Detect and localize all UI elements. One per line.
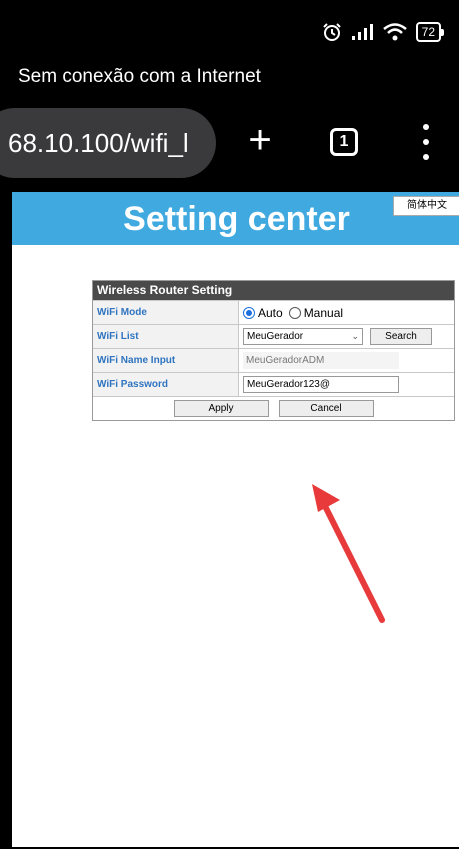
page-title: Setting center (123, 200, 350, 238)
status-icons: 72 (322, 22, 445, 42)
wifi-name-row: WiFi Name Input MeuGeradorADM (93, 348, 454, 372)
annotation-arrow-icon (312, 484, 385, 623)
cancel-button[interactable]: Cancel (278, 400, 374, 417)
wifi-list-value: MeuGerador (247, 331, 304, 342)
apply-button[interactable]: Apply (173, 400, 269, 417)
auto-radio[interactable] (243, 306, 255, 319)
wifi-password-label: WiFi Password (93, 373, 239, 396)
wifi-mode-row: WiFi Mode Auto Manual (93, 300, 454, 324)
wifi-password-input[interactable]: MeuGerador123@ (243, 376, 399, 393)
status-bar: 72 (0, 0, 459, 58)
wifi-password-row: WiFi Password MeuGerador123@ (93, 372, 454, 396)
chevron-down-icon: ⌄ (351, 331, 359, 341)
wireless-settings-table: Wireless Router Setting WiFi Mode Auto M… (92, 280, 455, 421)
manual-radio-label[interactable]: Manual (304, 306, 343, 320)
offline-message: Sem conexão com a Internet (0, 58, 459, 96)
overflow-menu-icon[interactable] (416, 124, 436, 160)
wifi-icon (382, 22, 408, 42)
language-button[interactable]: 简体中文 (393, 196, 459, 216)
manual-radio[interactable] (288, 306, 301, 319)
auto-radio-label[interactable]: Auto (258, 306, 283, 320)
wifi-list-row: WiFi List MeuGerador ⌄ Search (93, 324, 454, 348)
search-button[interactable]: Search (370, 328, 432, 345)
table-header: Wireless Router Setting (93, 281, 454, 300)
new-tab-button[interactable]: + (240, 120, 280, 164)
browser-toolbar: 68.10.100/wifi_l + 1 (0, 96, 459, 192)
wifi-list-label: WiFi List (93, 325, 239, 348)
address-bar[interactable]: 68.10.100/wifi_l (0, 108, 216, 178)
web-page: Setting center 简体中文 Wireless Router Sett… (10, 192, 459, 849)
actions-row: Apply Cancel (93, 396, 454, 420)
wifi-mode-label: WiFi Mode (93, 301, 239, 324)
tab-switcher-button[interactable]: 1 (330, 128, 358, 156)
wifi-name-input[interactable]: MeuGeradorADM (243, 352, 399, 369)
alarm-icon (322, 22, 342, 42)
header-band: Setting center 简体中文 (12, 192, 459, 245)
wifi-list-select[interactable]: MeuGerador ⌄ (243, 328, 363, 345)
wifi-name-label: WiFi Name Input (93, 349, 239, 372)
phone-screen: 72 Sem conexão com a Internet 68.10.100/… (0, 0, 459, 849)
signal-icon (350, 23, 374, 41)
battery-icon: 72 (415, 22, 445, 42)
